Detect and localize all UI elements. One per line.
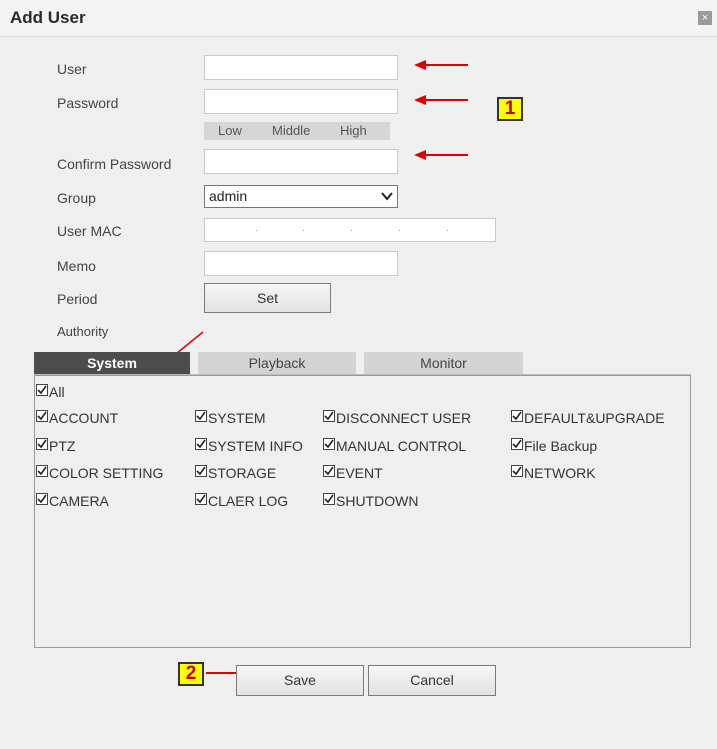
dialog-title: Add User: [10, 8, 86, 27]
annotation-badge-1: 1: [497, 97, 523, 121]
user-mac-input[interactable]: . . . . .: [204, 218, 496, 242]
checkmark-icon: [36, 384, 48, 396]
cancel-button[interactable]: Cancel: [368, 665, 496, 696]
checkmark-icon: [323, 465, 335, 477]
save-button[interactable]: Save: [236, 665, 364, 696]
group-label: Group: [57, 190, 96, 206]
checkmark-icon: [195, 438, 207, 450]
checkmark-icon: [511, 438, 523, 450]
chevron-down-icon: [381, 192, 393, 201]
mac-separator: .: [350, 223, 353, 234]
checkmark-icon: [195, 410, 207, 422]
mac-separator: .: [398, 223, 401, 234]
checkbox-camera[interactable]: CAMERA: [36, 493, 109, 509]
annotation-arrow-password: [414, 95, 468, 105]
checkbox-disconnect-user[interactable]: DISCONNECT USER: [323, 410, 471, 426]
tab-system[interactable]: System: [34, 352, 190, 374]
checkbox-system-info[interactable]: SYSTEM INFO: [195, 438, 303, 454]
checkbox-shutdown[interactable]: SHUTDOWN: [323, 493, 418, 509]
permissions-panel: All ACCOUNT SYSTEM DISCONNECT USER DEFAU…: [34, 375, 691, 648]
checkmark-icon: [323, 438, 335, 450]
checkmark-icon: [36, 438, 48, 450]
strength-middle: Middle: [272, 123, 311, 138]
checkmark-icon: [36, 493, 48, 505]
checkmark-icon: [36, 465, 48, 477]
checkbox-color-setting[interactable]: COLOR SETTING: [36, 465, 163, 481]
checkbox-system[interactable]: SYSTEM: [195, 410, 266, 426]
checkbox-clear-log[interactable]: CLAER LOG: [195, 493, 288, 509]
checkmark-icon: [323, 493, 335, 505]
memo-label: Memo: [57, 258, 96, 274]
password-strength-meter: Low Middle High: [204, 122, 390, 140]
checkbox-all[interactable]: All: [36, 384, 65, 400]
checkbox-manual-control[interactable]: MANUAL CONTROL: [323, 438, 466, 454]
period-label: Period: [57, 291, 98, 307]
checkmark-icon: [195, 493, 207, 505]
close-icon[interactable]: ×: [698, 11, 712, 25]
authority-label: Authority: [57, 324, 109, 339]
checkmark-icon: [36, 410, 48, 422]
annotation-arrow-user: [414, 60, 468, 70]
add-user-dialog: Add User × User Password 1 Low Middle Hi…: [0, 0, 717, 749]
checkbox-file-backup[interactable]: File Backup: [511, 438, 597, 454]
user-input[interactable]: [204, 55, 398, 80]
checkmark-icon: [511, 410, 523, 422]
mac-separator: .: [302, 223, 305, 234]
checkmark-icon: [511, 465, 523, 477]
tab-playback[interactable]: Playback: [198, 352, 356, 374]
checkmark-icon: [323, 410, 335, 422]
checkbox-default-upgrade[interactable]: DEFAULT&UPGRADE: [511, 410, 665, 426]
period-set-button[interactable]: Set: [204, 283, 331, 313]
mac-separator: .: [446, 223, 449, 234]
checkbox-ptz[interactable]: PTZ: [36, 438, 75, 454]
title-bar: Add User ×: [0, 0, 717, 37]
checkbox-storage[interactable]: STORAGE: [195, 465, 276, 481]
checkmark-icon: [195, 465, 207, 477]
user-label: User: [57, 61, 87, 77]
confirm-password-input[interactable]: [204, 149, 398, 174]
annotation-badge-2: 2: [178, 662, 204, 686]
group-select-value: admin: [209, 188, 248, 204]
authority-tabs: System Playback Monitor: [34, 352, 691, 375]
strength-low: Low: [218, 123, 242, 138]
tab-monitor[interactable]: Monitor: [364, 352, 523, 374]
checkbox-event[interactable]: EVENT: [323, 465, 383, 481]
annotation-arrow-confirm: [414, 150, 468, 160]
user-mac-label: User MAC: [57, 223, 122, 239]
password-input[interactable]: [204, 89, 398, 114]
checkbox-network[interactable]: NETWORK: [511, 465, 596, 481]
group-select[interactable]: admin: [204, 185, 398, 208]
memo-input[interactable]: [204, 251, 398, 276]
confirm-password-label: Confirm Password: [57, 156, 172, 172]
password-label: Password: [57, 95, 119, 111]
strength-high: High: [340, 123, 367, 138]
checkbox-account[interactable]: ACCOUNT: [36, 410, 118, 426]
mac-separator: .: [255, 223, 258, 234]
